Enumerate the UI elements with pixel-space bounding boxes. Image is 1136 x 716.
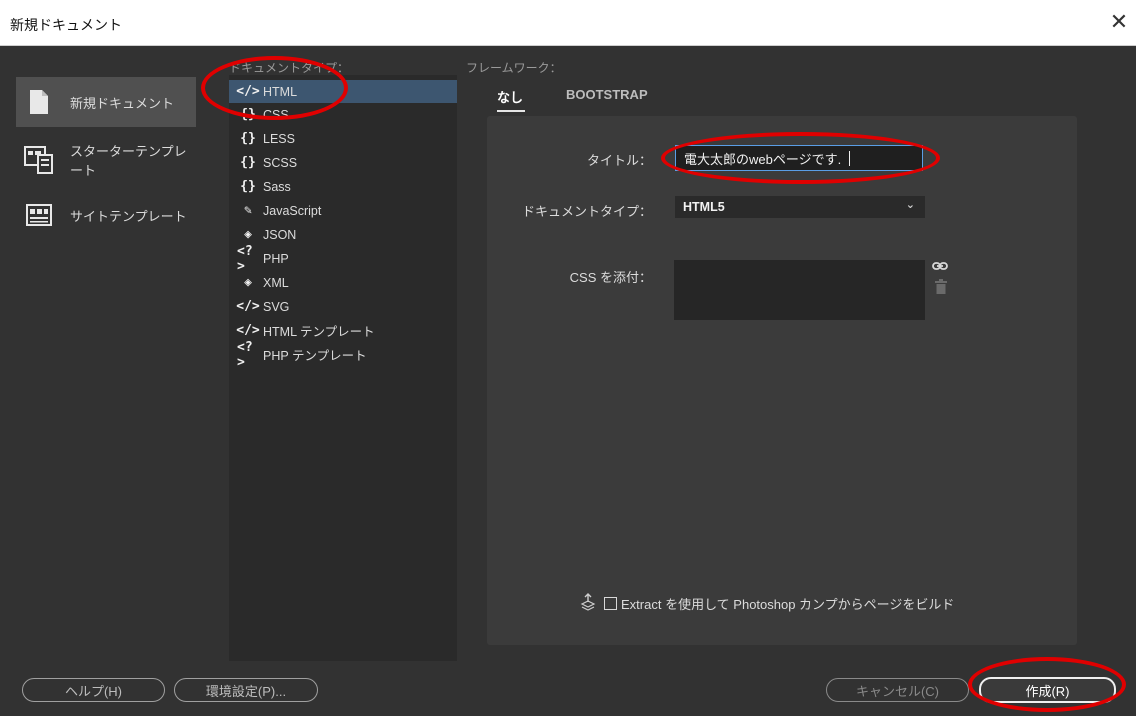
doctype-select-label: ドキュメントタイプ：: [521, 204, 652, 219]
new-document-icon: [24, 87, 54, 117]
braces-icon: {}: [240, 155, 256, 170]
title-label: タイトル：: [586, 153, 652, 168]
doctype-label: HTML: [263, 84, 298, 99]
link-icon[interactable]: [932, 259, 948, 277]
tab-bootstrap[interactable]: BOOTSTRAP: [566, 87, 648, 102]
new-document-dialog: 新規ドキュメント スターターテンプレート サイトテンプレート ドキュメントタイプ…: [0, 47, 1136, 716]
create-button[interactable]: 作成(R): [979, 677, 1116, 703]
text-caret: [849, 150, 851, 166]
doctype-heading: ドキュメントタイプ：: [229, 61, 350, 75]
category-starter-template[interactable]: スターターテンプレート: [16, 135, 196, 185]
doctype-item-php-template[interactable]: <?> PHP テンプレート: [229, 340, 457, 370]
help-button[interactable]: ヘルプ(H): [22, 678, 165, 702]
doctype-item-json[interactable]: ◈ JSON: [229, 223, 457, 246]
doctype-label: XML: [263, 275, 289, 290]
doctype-item-html[interactable]: </> HTML: [229, 80, 457, 103]
title-input-value: 電大太郎のwebページです.: [684, 151, 842, 167]
doctype-item-html-template[interactable]: </> HTML テンプレート: [229, 319, 457, 342]
preferences-button[interactable]: 環境設定(P)...: [174, 678, 318, 702]
doctype-item-xml[interactable]: ◈ XML: [229, 271, 457, 294]
category-site-template[interactable]: サイトテンプレート: [16, 190, 196, 240]
category-new-document[interactable]: 新規ドキュメント: [16, 77, 196, 127]
window-title: 新規ドキュメント: [10, 17, 122, 33]
attach-css-label: CSS を添付：: [569, 270, 652, 285]
doctype-label: JSON: [263, 227, 297, 242]
php-icon: <?>: [237, 339, 253, 370]
doctype-select-value: HTML5: [683, 200, 725, 214]
php-icon: <?>: [237, 243, 253, 274]
extract-icon: [580, 593, 596, 614]
doctype-item-javascript[interactable]: ✎ JavaScript: [229, 199, 457, 222]
site-template-icon: [24, 200, 54, 230]
cancel-button[interactable]: キャンセル(C): [826, 678, 969, 702]
doctype-label: HTML テンプレート: [263, 325, 375, 339]
extract-checkbox[interactable]: [604, 597, 617, 610]
code-icon: </>: [236, 299, 260, 314]
close-icon[interactable]: ✕: [1102, 4, 1136, 42]
attached-css-list[interactable]: [674, 260, 925, 320]
title-input[interactable]: 電大太郎のwebページです.: [675, 145, 923, 171]
category-label: スターターテンプレート: [70, 144, 187, 178]
doctype-item-less[interactable]: {} LESS: [229, 127, 457, 150]
category-label: サイトテンプレート: [70, 208, 187, 224]
chevron-down-icon: ⌄: [905, 198, 915, 211]
doctype-item-scss[interactable]: {} SCSS: [229, 151, 457, 174]
code-icon: </>: [236, 84, 260, 99]
doctype-item-php[interactable]: <?> PHP: [229, 244, 457, 274]
json-icon: ◈: [244, 227, 252, 242]
braces-icon: {}: [240, 179, 256, 194]
doctype-label: SCSS: [263, 155, 298, 170]
tab-underline: [497, 110, 525, 112]
doctype-label: Sass: [263, 179, 291, 194]
braces-icon: {}: [240, 107, 256, 122]
doctype-label: SVG: [263, 299, 290, 314]
doctype-select[interactable]: HTML5 ⌄: [675, 196, 925, 218]
doctype-label: PHP: [263, 251, 289, 266]
doctype-label: JavaScript: [263, 203, 322, 218]
doctype-list: </> HTML {} CSS {} LESS {} SCSS {} Sass ✎ Java…: [229, 75, 457, 661]
doctype-label: LESS: [263, 131, 295, 146]
xml-icon: ◈: [244, 275, 252, 290]
category-label: 新規ドキュメント: [70, 95, 175, 111]
doctype-item-css[interactable]: {} CSS: [229, 103, 457, 126]
doctype-label: PHP テンプレート: [263, 349, 367, 363]
framework-heading: フレームワーク：: [466, 61, 562, 75]
extract-label: Extract を使用して Photoshop カンプからページをビルド: [621, 597, 955, 612]
braces-icon: {}: [240, 131, 256, 146]
window-titlebar: 新規ドキュメント ✕: [0, 0, 1136, 46]
starter-template-icon: [24, 145, 54, 175]
doctype-label: CSS: [263, 107, 289, 122]
trash-icon[interactable]: [935, 279, 947, 299]
doctype-item-sass[interactable]: {} Sass: [229, 175, 457, 198]
javascript-icon: ✎: [244, 203, 252, 218]
code-icon: </>: [236, 323, 260, 338]
tab-none[interactable]: なし: [497, 87, 523, 106]
doctype-item-svg[interactable]: </> SVG: [229, 295, 457, 318]
extract-row: Extract を使用して Photoshop カンプからページをビルド: [580, 593, 954, 614]
